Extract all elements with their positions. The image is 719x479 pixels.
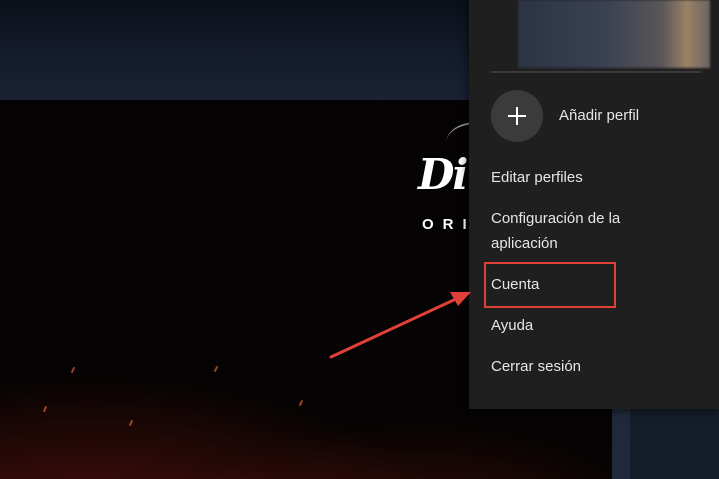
logo-script-text: Di (418, 150, 468, 199)
ember-decoration (298, 399, 304, 407)
menu-item-help[interactable]: Ayuda (491, 313, 533, 338)
ember-decoration (42, 405, 48, 413)
profile-avatar-thumbnail[interactable] (518, 0, 710, 68)
add-profile-label[interactable]: Añadir perfil (559, 107, 639, 124)
menu-item-edit-profiles[interactable]: Editar perfiles (491, 165, 583, 190)
menu-item-app-settings[interactable]: Configuración de la aplicación (491, 206, 661, 256)
ember-decoration (128, 419, 134, 427)
add-profile-button[interactable] (491, 90, 543, 142)
annotation-highlight-box (484, 262, 616, 308)
logo-subtitle: ORI (422, 216, 476, 233)
menu-item-logout[interactable]: Cerrar sesión (491, 354, 581, 379)
menu-divider (491, 71, 701, 73)
plus-icon (508, 107, 526, 125)
ember-decoration (213, 365, 219, 373)
ember-decoration (70, 366, 76, 374)
hero-side-panel-inner (630, 405, 719, 479)
